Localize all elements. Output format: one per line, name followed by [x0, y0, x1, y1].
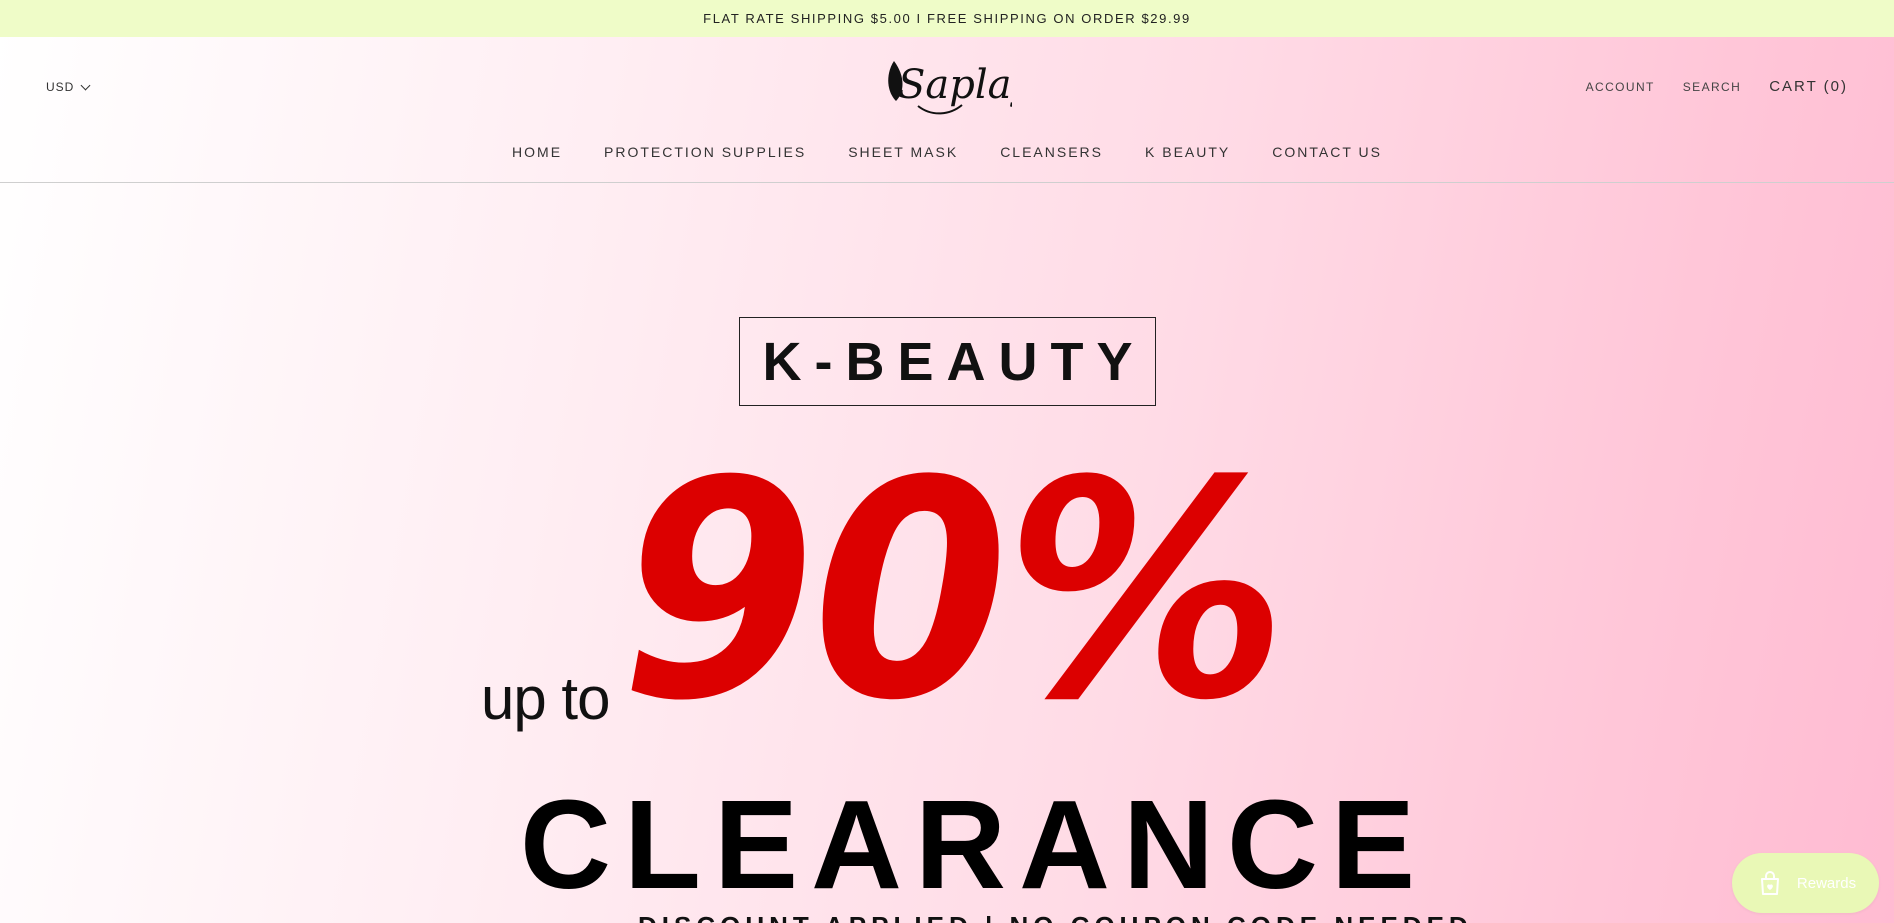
nav-item-k-beauty[interactable]: K BEAUTY [1145, 144, 1230, 160]
shopping-bag-heart-icon [1760, 871, 1779, 895]
main-nav: HOME PROTECTION SUPPLIES SHEET MASK CLEA… [0, 144, 1894, 160]
hero-headline: CLEARANCE [520, 774, 1429, 915]
currency-selector[interactable]: USD [46, 80, 91, 94]
chevron-down-icon [80, 80, 91, 90]
nav-item-cleansers[interactable]: CLEANSERS [1000, 144, 1103, 160]
account-link[interactable]: ACCOUNT [1586, 80, 1655, 94]
rewards-button[interactable]: Rewards [1732, 853, 1879, 913]
nav-item-contact-us[interactable]: CONTACT US [1272, 144, 1382, 160]
nav-item-home[interactable]: HOME [512, 144, 562, 160]
currency-label: USD [46, 80, 75, 94]
site-header: USD Saplaya ACCOUNT SEARCH CART (0) HOME… [0, 37, 1894, 183]
hero-prefix: up to [481, 665, 610, 732]
hero-percent: 90% [620, 417, 1287, 766]
announcement-bar: FLAT RATE SHIPPING $5.00 I FREE SHIPPING… [0, 0, 1894, 37]
search-link[interactable]: SEARCH [1683, 80, 1741, 94]
hero-badge: K-BEAUTY [739, 317, 1156, 406]
announcement-text: FLAT RATE SHIPPING $5.00 I FREE SHIPPING… [703, 11, 1191, 26]
hero-subline: DISCOUNT APPLIED | NO COUPON CODE NEEDED [638, 913, 1473, 923]
logo-mark: Saplaya [888, 61, 1058, 115]
hero-banner[interactable]: K-BEAUTY up to 90% CLEARANCE DISCOUNT AP… [0, 184, 1894, 923]
logo-wordmark: Saplaya [898, 62, 1012, 108]
brand-logo[interactable]: Saplaya [880, 51, 1058, 123]
header-actions: ACCOUNT SEARCH CART (0) [1586, 78, 1848, 95]
cart-link[interactable]: CART (0) [1769, 78, 1848, 95]
nav-item-protection-supplies[interactable]: PROTECTION SUPPLIES [604, 144, 806, 160]
nav-item-sheet-mask[interactable]: SHEET MASK [848, 144, 958, 160]
rewards-label: Rewards [1796, 874, 1857, 892]
